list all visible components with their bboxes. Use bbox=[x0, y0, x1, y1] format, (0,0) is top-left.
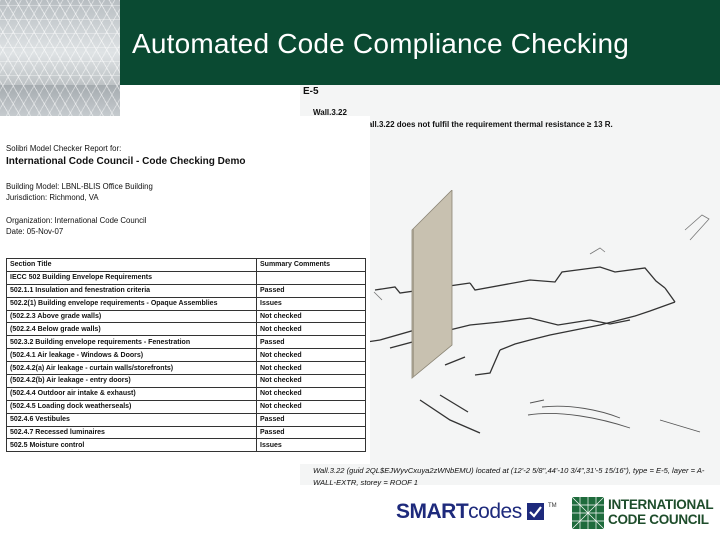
table-row: 502.4.6 Vestibules Passed bbox=[6, 412, 366, 427]
table-row: 502.1.1 Insulation and fenestration crit… bbox=[6, 283, 366, 298]
table-row: 502.5 Moisture control Issues bbox=[6, 438, 366, 453]
section-title-cell: 502.1.1 Insulation and fenestration crit… bbox=[6, 283, 257, 298]
summary-comment-cell: Not checked bbox=[256, 322, 366, 337]
element-details: Wall.3.22 (guid 2QL$EJWyvCxuya2zWNbEMU) … bbox=[313, 466, 705, 487]
section-title-cell: (502.4.4 Outdoor air intake & exhaust) bbox=[6, 386, 257, 401]
report-building-model: Building Model: LBNL-BLIS Office Buildin… bbox=[6, 182, 153, 191]
section-title-cell: (502.4.2(b) Air leakage - entry doors) bbox=[6, 374, 257, 388]
table-row: 502.4.7 Recessed luminaires Passed bbox=[6, 425, 366, 440]
header-photo bbox=[0, 0, 120, 85]
column-header: Summary Comments bbox=[256, 258, 366, 272]
curve-lines bbox=[527, 399, 701, 433]
section-title-cell: 502.3.2 Building envelope requirements -… bbox=[6, 335, 257, 350]
column-header: Section Title bbox=[6, 258, 257, 272]
smartcodes-logo: SMARTcodes bbox=[396, 500, 522, 523]
table-header-row: Section Title Summary Comments bbox=[6, 258, 366, 272]
table-row: (502.4.1 Air leakage - Windows & Doors) N… bbox=[6, 348, 366, 363]
summary-comment-cell: Not checked bbox=[256, 309, 366, 324]
trademark-label: TM bbox=[548, 503, 557, 509]
issue-code: E-5 bbox=[303, 86, 319, 97]
section-title-cell: (502.2.4 Below grade walls) bbox=[6, 322, 257, 337]
report-table: Section Title Summary Comments IECC 502 … bbox=[6, 258, 366, 453]
table-row: (502.4.2(b) Air leakage - entry doors) No… bbox=[6, 374, 366, 388]
table-row: (502.4.2(a) Air leakage - curtain walls/… bbox=[6, 361, 366, 376]
summary-comment-cell: Passed bbox=[256, 412, 366, 427]
section-title-cell: (502.4.5 Loading dock weatherseals) bbox=[6, 399, 257, 414]
summary-comment-cell bbox=[256, 270, 366, 285]
summary-comment-cell: Passed bbox=[256, 335, 366, 350]
highlighted-wall[interactable] bbox=[411, 190, 453, 379]
summary-comment-cell: Not checked bbox=[256, 374, 366, 388]
summary-comment-cell: Not checked bbox=[256, 361, 366, 376]
checker-report: Solibri Model Checker Report for: Intern… bbox=[0, 116, 370, 464]
report-organization: Organization: International Code Council bbox=[6, 216, 147, 225]
report-date: Date: 05-Nov-07 bbox=[6, 227, 64, 236]
floor-outline bbox=[359, 266, 676, 434]
report-header-label: Solibri Model Checker Report for: bbox=[6, 144, 122, 153]
section-title-cell: (502.4.1 Air leakage - Windows & Doors) bbox=[6, 348, 257, 363]
section-title-cell: 502.4.6 Vestibules bbox=[6, 412, 257, 427]
section-title-cell: 502.5 Moisture control bbox=[6, 438, 257, 453]
summary-comment-cell: Issues bbox=[256, 296, 366, 311]
icc-logo-text: INTERNATIONAL CODE COUNCIL bbox=[608, 497, 714, 527]
table-row: (502.2.3 Above grade walls) Not checked bbox=[6, 309, 366, 324]
table-row: 502.2(1) Building envelope requirements … bbox=[6, 296, 366, 311]
section-title-cell: (502.4.2(a) Air leakage - curtain walls/… bbox=[6, 361, 257, 376]
header-photo-extension bbox=[0, 85, 120, 118]
summary-comment-cell: Not checked bbox=[256, 386, 366, 401]
table-row: IECC 502 Building Envelope Requirements bbox=[6, 270, 366, 285]
table-row: (502.4.5 Loading dock weatherseals) Not c… bbox=[6, 399, 366, 414]
summary-comment-cell: Issues bbox=[256, 438, 366, 453]
section-title-cell: IECC 502 Building Envelope Requirements bbox=[6, 270, 257, 285]
section-title-cell: (502.2.3 Above grade walls) bbox=[6, 309, 257, 324]
report-project-title: International Code Council - Code Checki… bbox=[6, 156, 246, 167]
icc-seal-icon bbox=[571, 496, 605, 530]
table-row: (502.2.4 Below grade walls) Not checked bbox=[6, 322, 366, 337]
wall-edge bbox=[412, 229, 414, 378]
table-row: 502.3.2 Building envelope requirements -… bbox=[6, 335, 366, 350]
section-title-cell: 502.2(1) Building envelope requirements … bbox=[6, 296, 257, 311]
summary-comment-cell: Passed bbox=[256, 425, 366, 440]
report-jurisdiction: Jurisdiction: Richmond, VA bbox=[6, 193, 99, 202]
summary-comment-cell: Not checked bbox=[256, 399, 366, 414]
page-title: Automated Code Compliance Checking bbox=[132, 28, 630, 59]
summary-comment-cell: Passed bbox=[256, 283, 366, 298]
smartcodes-mark-icon bbox=[527, 503, 544, 520]
summary-comment-cell: Not checked bbox=[256, 348, 366, 363]
header-banner: Automated Code Compliance Checking bbox=[0, 0, 720, 85]
table-row: (502.4.4 Outdoor air intake & exhaust) No… bbox=[6, 386, 366, 401]
section-title-cell: 502.4.7 Recessed luminaires bbox=[6, 425, 257, 440]
